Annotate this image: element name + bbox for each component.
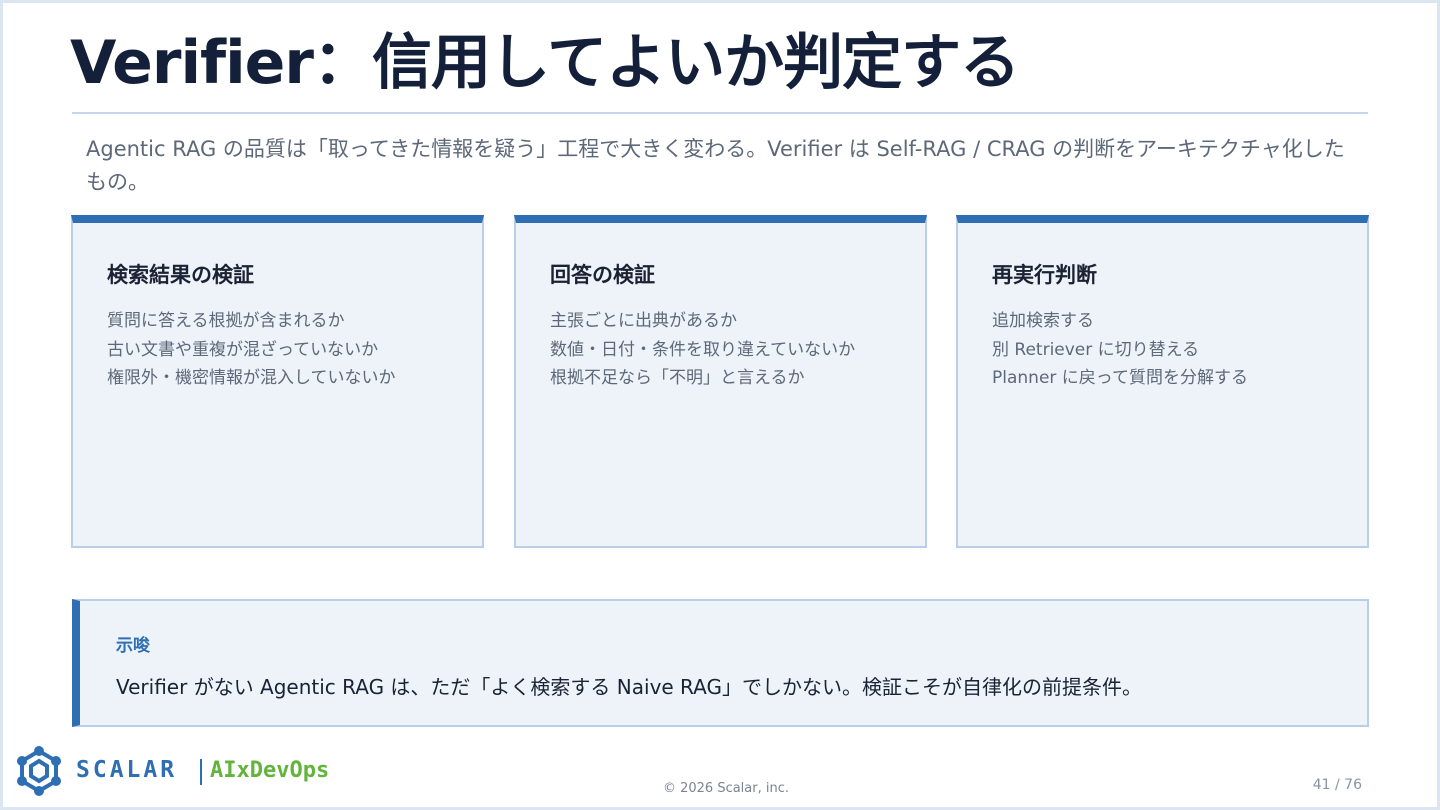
card-title: 再実行判断: [992, 263, 1097, 287]
card-list: 質問に答える根拠が含まれるか 古い文書や重複が混ざっていないか 権限外・機密情報…: [107, 307, 396, 393]
card-rerun-decision: 再実行判断 追加検索する 別 Retriever に切り替える Planner …: [956, 215, 1369, 548]
logo-wordmark: SCALAR: [76, 757, 178, 783]
callout-text: Verifier がない Agentic RAG は、ただ「よく検索する Nai…: [116, 675, 1142, 699]
card-list: 追加検索する 別 Retriever に切り替える Planner に戻って質問…: [992, 307, 1248, 393]
page-number: 41 / 76: [1312, 777, 1362, 793]
card-title: 検索結果の検証: [107, 263, 254, 287]
card-list: 主張ごとに出典があるか 数値・日付・条件を取り違えていないか 根拠不足なら「不明…: [550, 307, 855, 393]
card-list-item: 質問に答える根拠が含まれるか: [107, 311, 345, 331]
callout-label: 示唆: [116, 636, 150, 656]
insight-callout: 示唆 Verifier がない Agentic RAG は、ただ「よく検索する …: [72, 599, 1369, 727]
title-divider: [72, 112, 1368, 114]
card-list-item: 古い文書や重複が混ざっていないか: [107, 339, 379, 360]
card-list-item: 数値・日付・条件を取り違えていないか: [550, 339, 856, 360]
card-answer-verification: 回答の検証 主張ごとに出典があるか 数値・日付・条件を取り違えていないか 根拠不…: [514, 215, 927, 548]
copyright-notice: © 2026 Scalar, inc.: [662, 781, 790, 796]
slide-title: Verifier：信用してよいか判定する: [70, 28, 1020, 98]
logo-tagline: AIxDevOps: [210, 758, 330, 783]
card-list-item: 追加検索する: [992, 311, 1094, 331]
slide-subtitle: Agentic RAG の品質は「取ってきた情報を疑う」工程で大きく変わる。Ve…: [86, 137, 1345, 194]
card-title: 回答の検証: [550, 263, 655, 287]
card-list-item: Planner に戻って質問を分解する: [992, 368, 1248, 388]
card-search-result-verification: 検索結果の検証 質問に答える根拠が含まれるか 古い文書や重複が混ざっていないか …: [71, 215, 484, 548]
card-list-item: 根拠不足なら「不明」と言えるか: [550, 368, 805, 388]
card-list-item: 別 Retriever に切り替える: [992, 339, 1200, 360]
card-list-item: 主張ごとに出典があるか: [550, 311, 737, 331]
card-list-item: 権限外・機密情報が混入していないか: [107, 368, 396, 388]
